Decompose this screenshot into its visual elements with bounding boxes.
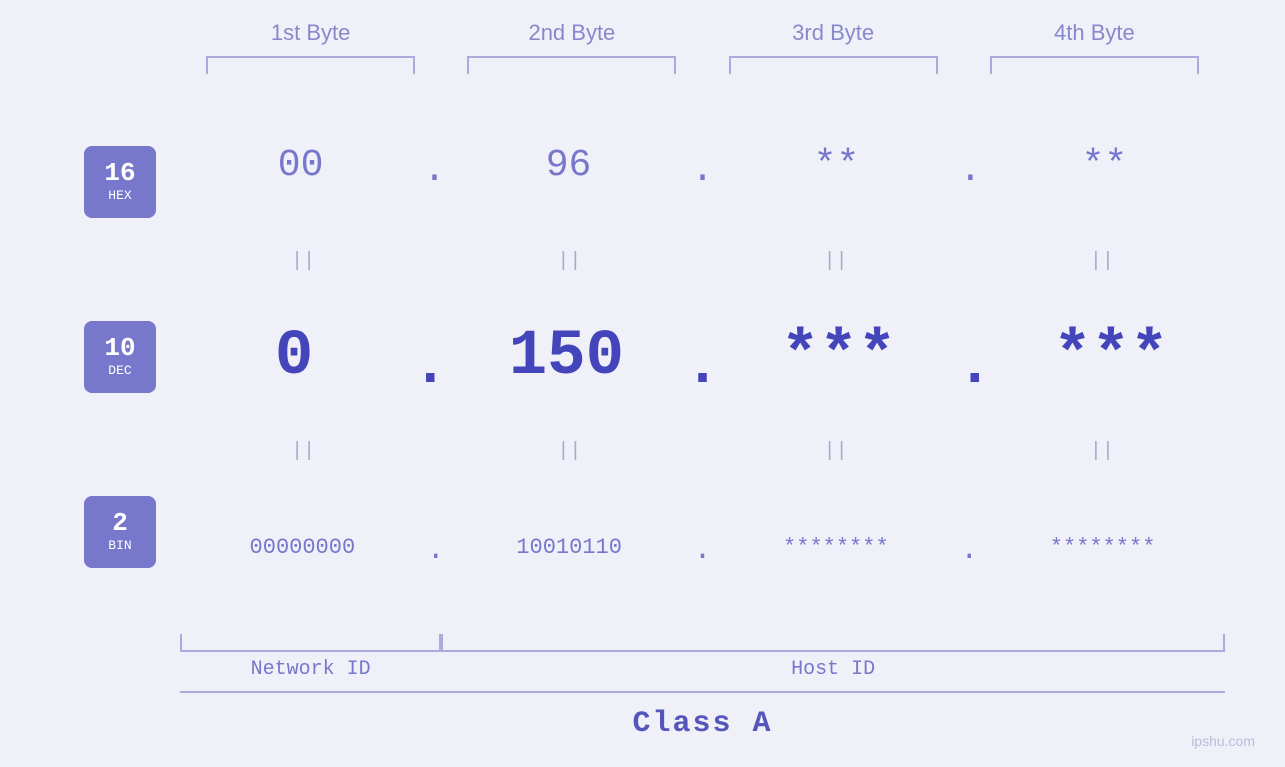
hex-badge: 16 HEX: [84, 146, 156, 218]
host-id-label: Host ID: [441, 658, 1225, 681]
dec-b4-cell: ***: [997, 321, 1225, 393]
dec-b2-cell: 150: [452, 321, 680, 393]
bottom-labels: Network ID Host ID: [180, 658, 1225, 681]
bin-b2-cell: 10010110: [447, 535, 692, 560]
bin-badge: 2 BIN: [84, 496, 156, 568]
bottom-brackets: [180, 634, 1225, 652]
bin-b3-cell: ********: [714, 535, 959, 560]
bin-b3-value: ********: [783, 535, 889, 560]
bin-dot1: .: [425, 534, 447, 568]
dec-b2-value: 150: [509, 321, 624, 393]
dec-b3-value: ***: [781, 321, 896, 393]
watermark: ipshu.com: [1191, 733, 1255, 749]
hex-b1-cell: 00: [180, 144, 421, 187]
bracket-byte3: [703, 56, 964, 74]
hex-dot1: .: [421, 149, 448, 192]
dec-b1-value: 0: [275, 321, 313, 393]
bin-b2-value: 10010110: [516, 535, 622, 560]
sep-eq-1b: ||: [446, 248, 692, 275]
sep-eq-2c: ||: [713, 438, 959, 465]
byte1-header: 1st Byte: [180, 20, 441, 46]
network-bracket: [180, 634, 441, 652]
class-divider: [180, 691, 1225, 693]
hex-b3-value: **: [814, 144, 860, 187]
dec-b1-cell: 0: [180, 321, 408, 393]
sep-eq-1c: ||: [713, 248, 959, 275]
byte3-header: 3rd Byte: [703, 20, 964, 46]
sep-row-2: || || || ||: [180, 438, 1225, 465]
bracket-byte2: [441, 56, 702, 74]
hex-row: 00 . 96 . ** . **: [180, 84, 1225, 248]
bin-b1-cell: 00000000: [180, 535, 425, 560]
byte4-header: 4th Byte: [964, 20, 1225, 46]
dec-b4-value: ***: [1053, 321, 1168, 393]
bin-dot3: .: [958, 534, 980, 568]
hex-b2-cell: 96: [448, 144, 689, 187]
sep-eq-2a: ||: [180, 438, 426, 465]
bin-b4-value: ********: [1050, 535, 1156, 560]
bin-dot2: .: [691, 534, 713, 568]
bin-b1-value: 00000000: [250, 535, 356, 560]
byte2-header: 2nd Byte: [441, 20, 702, 46]
class-label: Class A: [180, 701, 1225, 747]
hex-b3-cell: **: [716, 144, 957, 187]
dec-b3-cell: ***: [725, 321, 953, 393]
dec-dot3: .: [953, 333, 997, 401]
hex-b2-value: 96: [546, 144, 592, 187]
dec-dot2: .: [680, 333, 724, 401]
host-bracket: [441, 634, 1225, 652]
hex-dot2: .: [689, 149, 716, 192]
dec-badge: 10 DEC: [84, 321, 156, 393]
bin-b4-cell: ********: [980, 535, 1225, 560]
bracket-byte4: [964, 56, 1225, 74]
sep-eq-1a: ||: [180, 248, 426, 275]
bin-row: 00000000 . 10010110 . ******** . *******…: [180, 465, 1225, 629]
hex-b4-cell: **: [984, 144, 1225, 187]
bracket-byte1: [180, 56, 441, 74]
dec-row: 0 . 150 . *** . ***: [180, 275, 1225, 439]
network-id-label: Network ID: [180, 658, 441, 681]
sep-eq-2d: ||: [979, 438, 1225, 465]
sep-eq-2b: ||: [446, 438, 692, 465]
sep-row-1: || || || ||: [180, 248, 1225, 275]
hex-dot3: .: [957, 149, 984, 192]
dec-dot1: .: [408, 333, 452, 401]
hex-b4-value: **: [1082, 144, 1128, 187]
hex-b1-value: 00: [278, 144, 324, 187]
sep-eq-1d: ||: [979, 248, 1225, 275]
